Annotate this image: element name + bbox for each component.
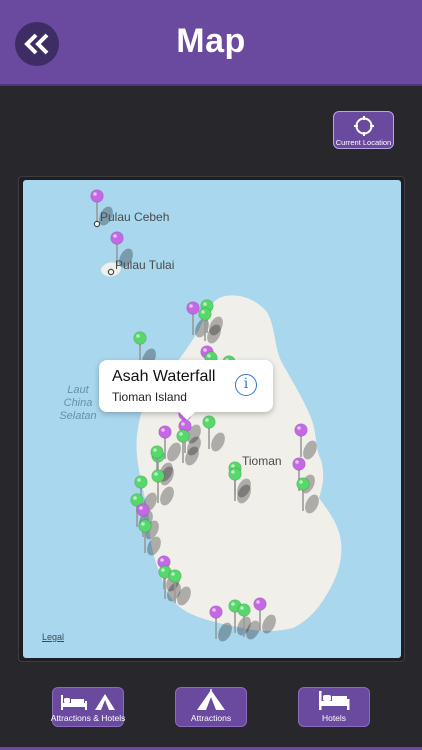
tab-attractions-hotels-icons (59, 693, 117, 711)
pulau-cebeh-marker (93, 220, 101, 228)
tent-icon (95, 694, 115, 710)
tab-bar: Attractions & Hotels Attractions Hotels (0, 676, 422, 750)
tab-attractions-label: Attractions (190, 713, 232, 723)
sea-label-line1: Laut (67, 384, 89, 396)
pin-callout[interactable]: Asah Waterfall Tioman Island i (99, 360, 273, 420)
tab-attractions[interactable]: Attractions (175, 687, 247, 727)
sea-label-line2: China (63, 397, 93, 409)
legal-link[interactable]: Legal (42, 632, 64, 642)
pulau-tulai-label: Pulau Tulai (115, 258, 175, 272)
tent-icon (197, 689, 225, 710)
current-location-button[interactable]: Current Location (333, 111, 394, 149)
tioman-label: Tioman (242, 454, 282, 468)
pulau-tulai-marker (107, 268, 115, 276)
tab-attractions-icons (196, 689, 226, 711)
map-frame: Pulau Cebeh Pulau Tulai Tioman Laut Chin… (18, 176, 405, 662)
bed-icon (61, 695, 87, 710)
tab-attractions-hotels[interactable]: Attractions & Hotels (50, 687, 126, 727)
map-screen: Map Current Location Pulau Cebeh Pulau T (0, 0, 422, 750)
sea-label: Laut China Selatan (57, 384, 99, 423)
page-title: Map (176, 22, 246, 60)
callout-subtitle: Tioman Island (112, 390, 187, 404)
sea-label-line3: Selatan (59, 410, 97, 422)
current-location-label: Current Location (335, 138, 392, 147)
info-icon[interactable]: i (235, 374, 257, 396)
bed-icon (319, 691, 350, 710)
crosshair-icon (353, 116, 374, 136)
tab-hotels-label: Hotels (321, 713, 347, 723)
tab-attractions-hotels-label: Attractions & Hotels (50, 713, 126, 723)
tab-hotels-icons (317, 689, 351, 711)
map-view[interactable]: Pulau Cebeh Pulau Tulai Tioman Laut Chin… (23, 180, 401, 658)
tab-hotels[interactable]: Hotels (298, 687, 370, 727)
header-bar: Map (0, 0, 422, 86)
pulau-cebeh-label: Pulau Cebeh (100, 210, 170, 224)
callout-title: Asah Waterfall (112, 368, 216, 385)
